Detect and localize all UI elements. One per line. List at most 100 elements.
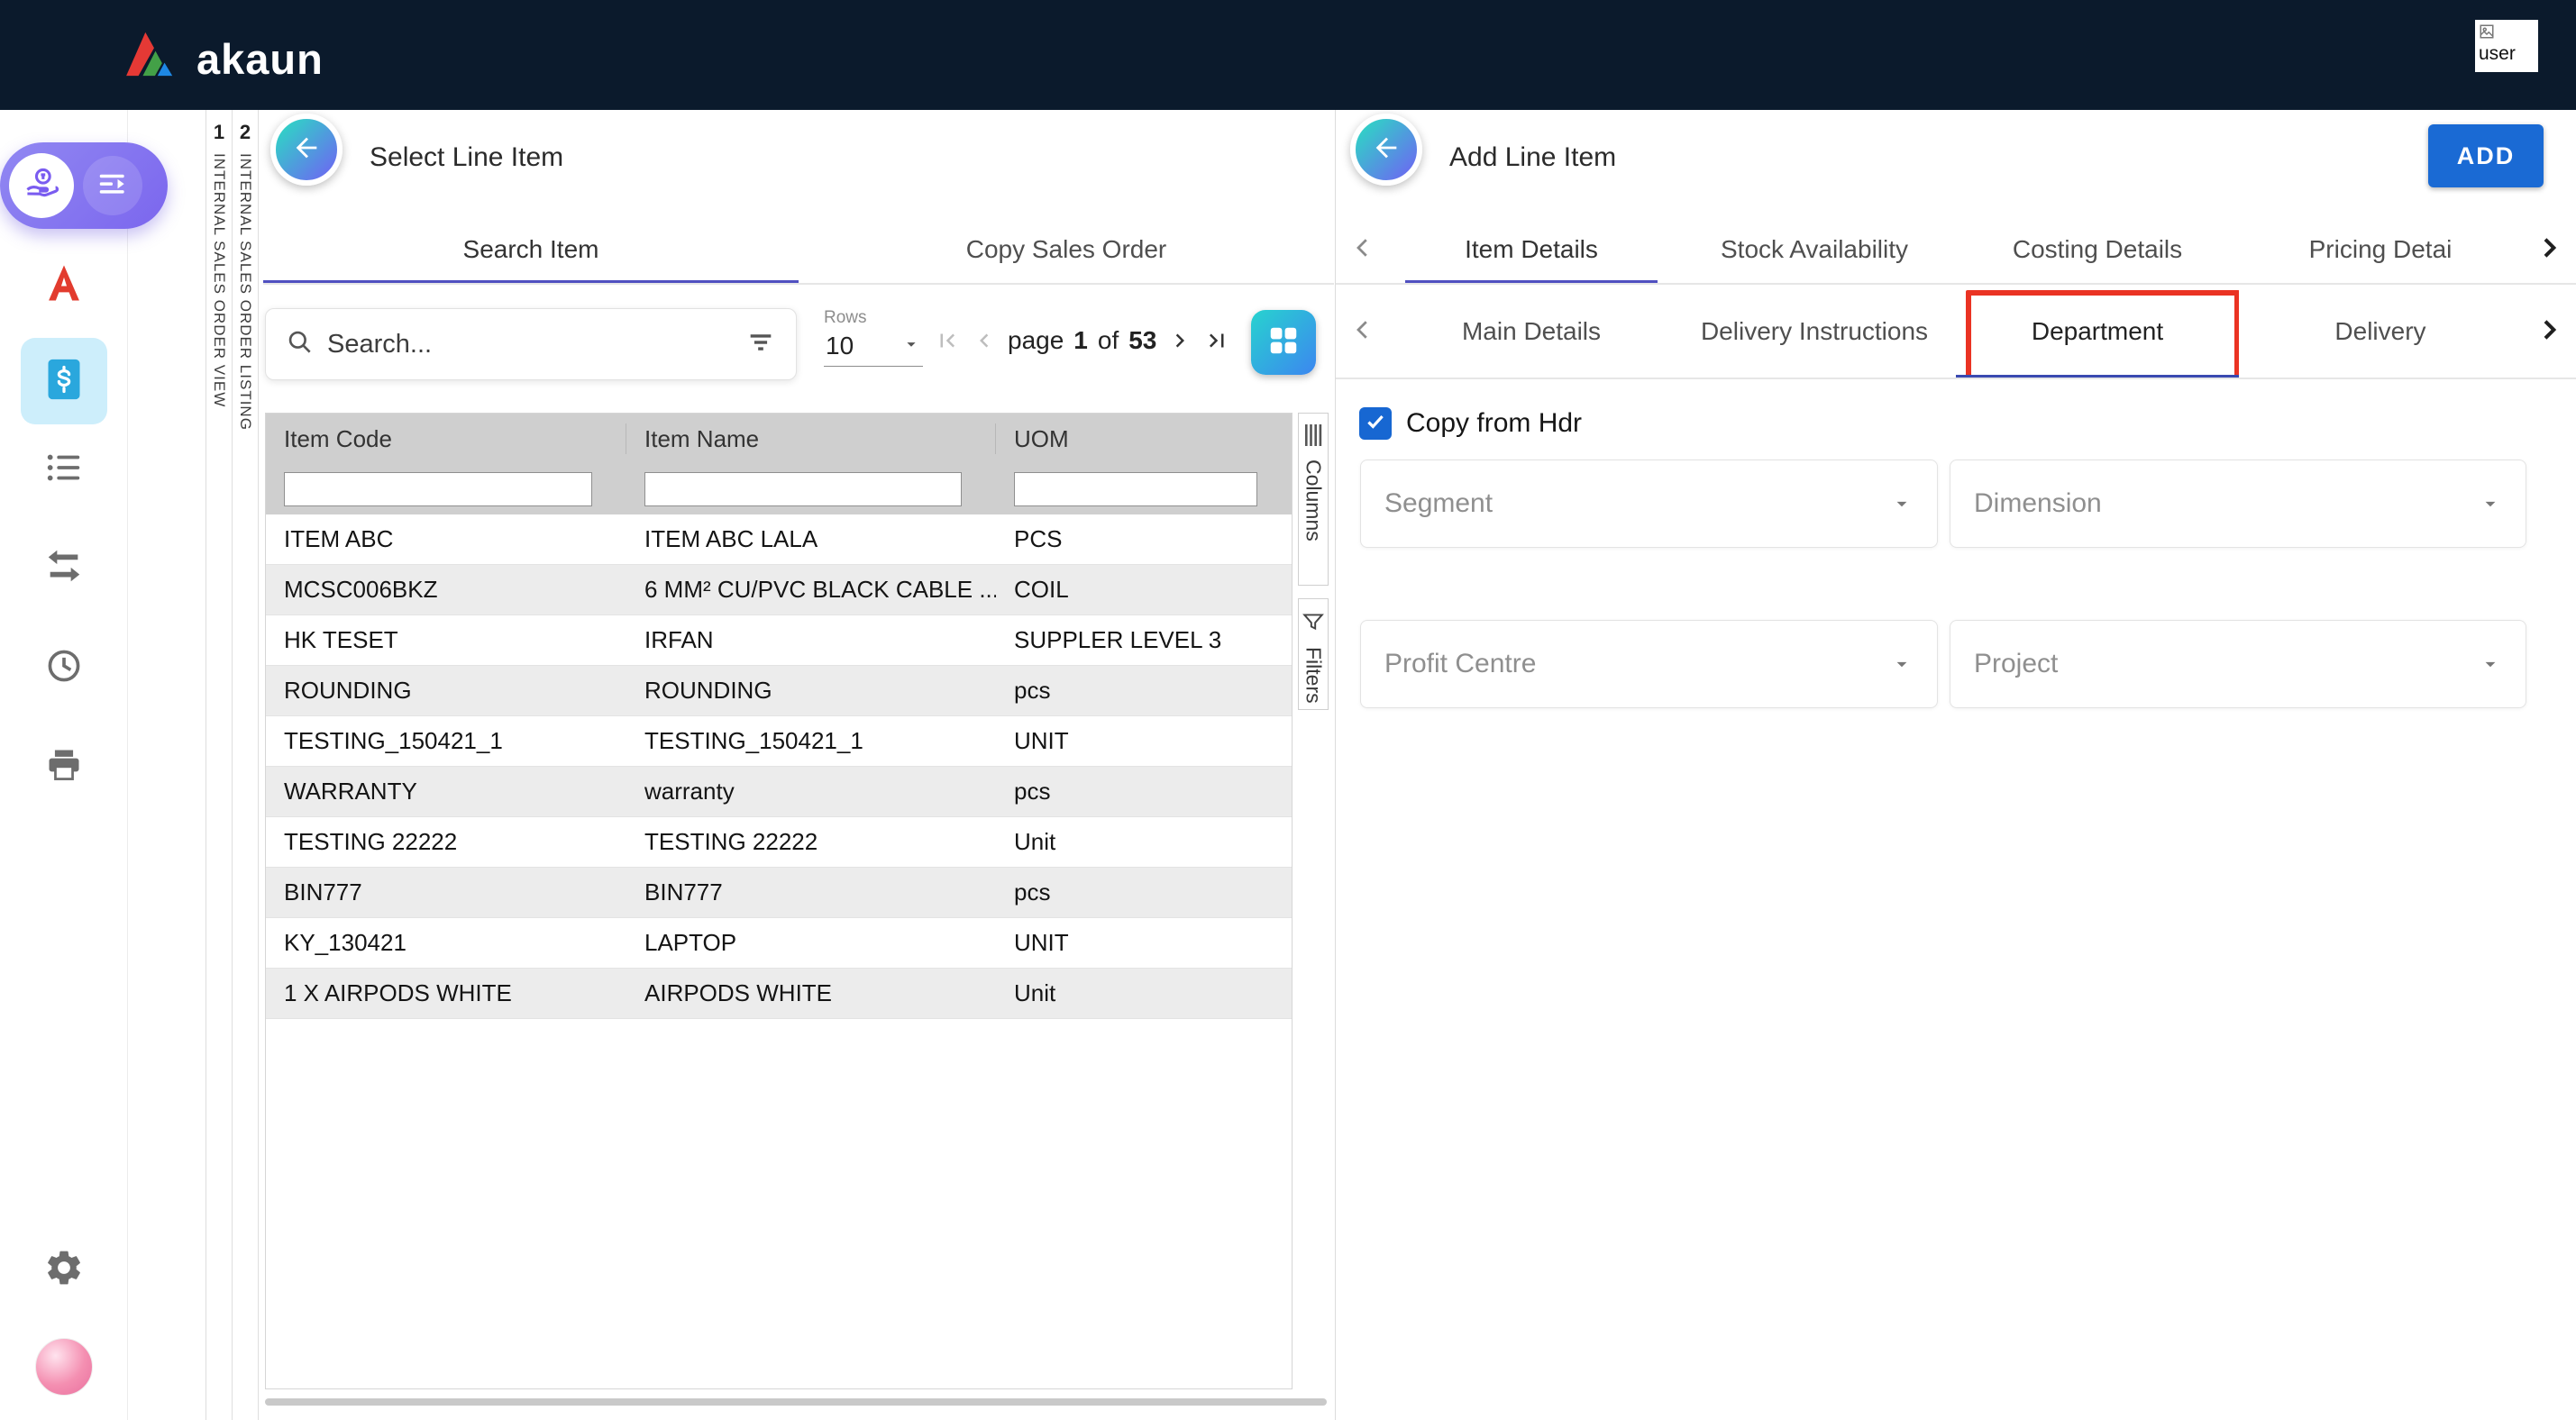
add-button[interactable]: ADD — [2428, 124, 2544, 187]
back-button[interactable] — [1350, 114, 1422, 186]
tabs-scroll-left-button[interactable] — [1336, 216, 1390, 283]
page-word: page — [1008, 326, 1064, 355]
rail-tab-internal-sales-order-view[interactable]: 1 INTERNAL SALES ORDER VIEW — [206, 110, 233, 1420]
sidebar-item-print[interactable] — [38, 741, 90, 793]
project-dropdown[interactable]: Project — [1950, 620, 2526, 708]
table-row[interactable]: MCSC006BKZ 6 MM² CU/PVC BLACK CABLE ... … — [266, 565, 1292, 615]
sidebar-item-reports[interactable] — [38, 259, 90, 311]
cell-item-name: LAPTOP — [626, 929, 996, 957]
copy-from-hdr-checkbox[interactable] — [1359, 407, 1392, 440]
table-row[interactable]: TESTING_150421_1 TESTING_150421_1 UNIT — [266, 716, 1292, 767]
user-avatar-placeholder[interactable]: user — [2475, 20, 2538, 72]
rail-tab-label: INTERNAL SALES ORDER LISTING — [236, 153, 254, 431]
cell-uom: SUPPLER LEVEL 3 — [996, 626, 1292, 654]
dimension-label: Dimension — [1974, 488, 2102, 519]
profit-centre-label: Profit Centre — [1384, 649, 1536, 679]
table-row[interactable]: WARRANTY warranty pcs — [266, 767, 1292, 817]
cell-item-code: WARRANTY — [266, 778, 626, 806]
column-header-item-code[interactable]: Item Code — [266, 423, 626, 454]
table-header: Item Code Item Name UOM — [266, 414, 1292, 514]
user-avatar[interactable] — [35, 1338, 93, 1396]
column-header-uom[interactable]: UOM — [996, 423, 1292, 454]
filter-input-item-name[interactable] — [644, 472, 962, 506]
table-row[interactable]: KY_130421 LAPTOP UNIT — [266, 918, 1292, 969]
prev-page-button[interactable] — [971, 327, 998, 354]
red-a-icon — [41, 259, 87, 311]
segment-dropdown[interactable]: Segment — [1360, 460, 1938, 548]
filter-input-item-code[interactable] — [284, 472, 592, 506]
last-page-button[interactable] — [1203, 327, 1230, 354]
table-row[interactable]: 1 X AIRPODS WHITE AIRPODS WHITE Unit — [266, 969, 1292, 1019]
tab-costing-details[interactable]: Costing Details — [1956, 216, 2239, 283]
tab-main-details[interactable]: Main Details — [1390, 286, 1673, 378]
cell-item-name: IRFAN — [626, 626, 996, 654]
rail-tab-internal-sales-order-listing[interactable]: 2 INTERNAL SALES ORDER LISTING — [233, 110, 259, 1420]
sidebar — [0, 110, 128, 1420]
cell-item-code: TESTING_150421_1 — [266, 727, 626, 755]
quick-action-pill — [0, 142, 168, 229]
tab-search-item[interactable]: Search Item — [263, 216, 799, 283]
cell-item-code: KY_130421 — [266, 929, 626, 957]
printer-icon — [44, 745, 84, 789]
column-header-item-name[interactable]: Item Name — [626, 423, 996, 454]
search-icon — [286, 328, 315, 361]
tab-stock-availability[interactable]: Stock Availability — [1673, 216, 1956, 283]
tab-department[interactable]: Department — [1956, 286, 2239, 378]
list-icon — [43, 447, 85, 493]
copy-from-hdr-row: Copy from Hdr — [1359, 407, 1582, 440]
sidebar-item-settings[interactable] — [38, 1243, 90, 1296]
sidebar-item-sales-order-active[interactable] — [21, 338, 107, 424]
chevron-right-icon — [2535, 315, 2563, 349]
rows-per-page-select[interactable]: Rows 10 — [824, 308, 923, 367]
tab-copy-sales-order[interactable]: Copy Sales Order — [799, 216, 1334, 283]
broken-image-icon — [2479, 23, 2495, 43]
profit-centre-dropdown[interactable]: Profit Centre — [1360, 620, 1938, 708]
table-row[interactable]: BIN777 BIN777 pcs — [266, 868, 1292, 918]
table-toolbar: Rows 10 page 1 of 53 — [265, 308, 1332, 384]
hand-money-button[interactable] — [9, 153, 74, 218]
filters-strip[interactable]: Filters — [1298, 598, 1329, 710]
back-button[interactable] — [270, 114, 343, 186]
chevron-down-icon — [1890, 652, 1914, 676]
cell-uom: PCS — [996, 525, 1292, 553]
cell-item-name: TESTING 22222 — [626, 828, 996, 856]
columns-strip-label: Columns — [1302, 460, 1326, 542]
cell-uom: UNIT — [996, 727, 1292, 755]
next-page-button[interactable] — [1166, 327, 1193, 354]
subtabs-scroll-left-button[interactable] — [1336, 286, 1390, 378]
tab-item-details[interactable]: Item Details — [1390, 216, 1673, 283]
first-page-button[interactable] — [934, 327, 961, 354]
window-rail: 1 INTERNAL SALES ORDER VIEW 2 INTERNAL S… — [206, 110, 259, 1420]
table-row[interactable]: TESTING 22222 TESTING 22222 Unit — [266, 817, 1292, 868]
of-word: of — [1098, 326, 1119, 355]
grid-view-button[interactable] — [1251, 310, 1316, 375]
indent-menu-icon — [96, 167, 130, 205]
collapse-menu-button[interactable] — [83, 156, 142, 215]
horizontal-scrollbar[interactable] — [265, 1398, 1327, 1406]
search-input[interactable] — [327, 330, 745, 360]
total-pages: 53 — [1128, 326, 1156, 355]
table-row[interactable]: ROUNDING ROUNDING pcs — [266, 666, 1292, 716]
tab-delivery-instructions[interactable]: Delivery Instructions — [1673, 286, 1956, 378]
sidebar-item-listing[interactable] — [38, 443, 90, 496]
arrow-left-icon — [1371, 132, 1402, 168]
columns-strip[interactable]: Columns — [1298, 413, 1329, 586]
tab-delivery[interactable]: Delivery — [2239, 286, 2522, 378]
dimension-dropdown[interactable]: Dimension — [1950, 460, 2526, 548]
table-row[interactable]: ITEM ABC ITEM ABC LALA PCS — [266, 514, 1292, 565]
table-row[interactable]: HK TESET IRFAN SUPPLER LEVEL 3 — [266, 615, 1292, 666]
sidebar-item-transfer[interactable] — [38, 542, 90, 594]
current-page: 1 — [1073, 326, 1088, 355]
tabs-scroll-right-button[interactable] — [2522, 216, 2576, 283]
cell-item-code: TESTING 22222 — [266, 828, 626, 856]
cell-uom: Unit — [996, 828, 1292, 856]
sidebar-item-history[interactable] — [38, 642, 90, 694]
subtabs-scroll-right-button[interactable] — [2522, 286, 2576, 378]
akaun-logo[interactable]: akaun — [124, 29, 324, 82]
search-box — [265, 308, 797, 380]
filter-input-uom[interactable] — [1014, 472, 1257, 506]
chevron-left-icon — [1349, 316, 1376, 348]
tab-pricing-details[interactable]: Pricing Detai — [2239, 216, 2522, 283]
filter-list-icon[interactable] — [745, 327, 776, 362]
item-table-body: ITEM ABC ITEM ABC LALA PCS MCSC006BKZ 6 … — [266, 514, 1292, 1019]
